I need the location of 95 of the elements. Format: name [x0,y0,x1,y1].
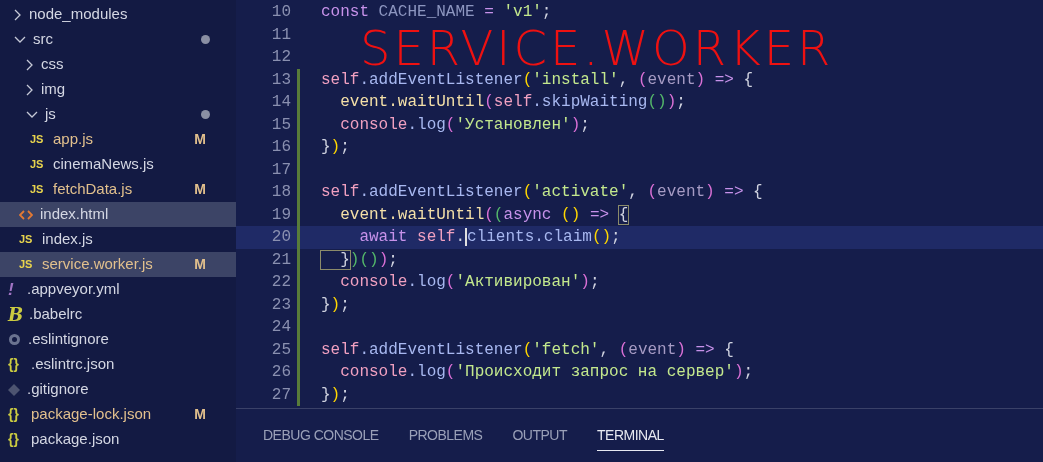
code-line: event.waitUntil((async () => { [339,204,629,226]
file-name: js [45,104,56,125]
chevron-right-icon[interactable] [26,58,34,71]
file-name: src [33,29,53,50]
file-name: .babelrc [29,304,83,325]
folder-row[interactable]: js [0,102,236,127]
file-name: service.worker.js [42,254,153,275]
file-name: img [41,79,66,100]
git-status-label: M [194,405,206,424]
line-number: 21 [270,249,291,271]
javascript-file-icon: JS [30,131,46,148]
curly-braces-icon: {} [8,404,24,425]
chevron-down-icon[interactable] [14,35,26,44]
line-number: 10 [270,2,291,24]
javascript-file-icon: JS [19,256,35,273]
chevron-right-icon[interactable] [26,83,34,96]
line-number: 26 [270,362,291,384]
line-number: 27 [270,384,291,406]
code-line: self.addEventListener('install', (event) => { [321,69,754,91]
file-name: .appveyor.yml [27,279,120,300]
code-line: self.addEventListener('activate', (event) => { [321,182,763,204]
code-line: console.log('Активирован'); [339,272,600,294]
file-row[interactable]: JS cinemaNews.js [0,152,236,177]
git-status-label: M [194,255,206,274]
file-row[interactable]: {} package-lock.json M [0,402,236,427]
curly-braces-icon: {} [8,429,24,450]
git-status-label: M [194,180,206,199]
file-row[interactable]: {} .eslintrc.json [0,352,236,377]
line-number: 20 [270,227,291,249]
folder-row[interactable]: img [0,77,236,102]
line-number: 25 [270,339,291,361]
file-name: .eslintrc.json [31,354,115,375]
file-row[interactable]: ! .appveyor.yml [0,277,236,302]
line-number: 19 [270,204,291,226]
line-number: 16 [270,137,291,159]
code-line: }); [321,384,350,406]
line-number: 18 [270,182,291,204]
code-line: await self.clients.claim(); [358,227,621,249]
file-name: index.js [42,229,93,250]
file-name: package.json [31,429,120,450]
file-name: app.js [53,129,94,150]
code-line: self.addEventListener('fetch', (event) => { [321,339,734,361]
git-status-label: M [194,130,206,149]
code-line: }); [321,137,350,159]
code-line: const CACHE_NAME = 'v1'; [321,2,552,24]
panel-tab[interactable]: OUTPUT [512,421,567,451]
file-name: cinemaNews.js [53,154,154,175]
folder-row[interactable]: src [0,27,236,52]
chevron-right-icon[interactable] [14,8,22,21]
line-number: 11 [270,24,291,46]
file-row[interactable]: JS index.js [0,227,236,252]
line-number: 17 [270,159,291,181]
file-name: package-lock.json [31,404,152,425]
file-row[interactable]: .gitignore [0,377,236,402]
file-row[interactable]: B .babelrc [0,302,236,327]
line-number: 24 [270,317,291,339]
line-number: 12 [270,47,291,69]
line-number: 22 [270,272,291,294]
file-row[interactable]: {} package.json [0,427,236,452]
code-line: console.log('Установлен'); [339,114,590,136]
code-line: }); [321,294,350,316]
chevron-down-icon[interactable] [26,110,38,119]
exclamation-icon: ! [8,276,20,303]
folder-row[interactable]: node_modules [0,2,236,27]
javascript-file-icon: JS [30,156,46,173]
handwritten-annotation: SERVICE.WORKER [360,24,834,72]
file-name: .gitignore [27,379,89,400]
file-name: index.html [40,204,109,225]
file-row[interactable]: JS service.worker.js M [0,252,236,277]
panel-tab[interactable]: TERMINAL [597,421,664,451]
folder-row[interactable]: css [0,52,236,77]
file-name: css [41,54,64,75]
panel-tab[interactable]: DEBUG CONSOLE [263,421,379,451]
file-row[interactable]: .eslintignore [0,327,236,352]
javascript-file-icon: JS [30,181,46,198]
file-name: node_modules [29,4,128,25]
curly-braces-icon: {} [8,354,24,375]
file-row[interactable]: index.html [0,202,236,227]
diamond-icon [8,383,20,396]
code-brackets-icon [19,208,33,221]
letter-b-icon: B [8,301,22,328]
file-name: fetchData.js [53,179,133,200]
code-line: })()); [321,247,398,272]
line-number: 15 [270,114,291,136]
line-number: 13 [270,69,291,91]
file-row[interactable]: JS fetchData.js M [0,177,236,202]
javascript-file-icon: JS [19,231,35,248]
circle-icon [8,333,21,346]
line-number: 14 [270,92,291,114]
code-line: event.waitUntil(self.skipWaiting()); [339,92,686,114]
file-name: .eslintignore [28,329,109,350]
panel-tab[interactable]: PROBLEMS [408,421,483,451]
line-number: 23 [270,294,291,316]
file-row[interactable]: JS app.js M [0,127,236,152]
code-line: console.log('Происходит запрос на сервер'); [339,362,754,384]
